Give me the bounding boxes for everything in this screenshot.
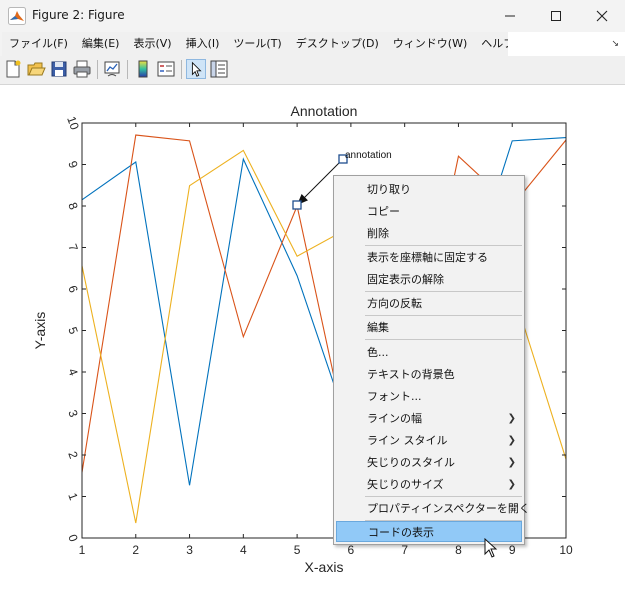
annotation-handle-end[interactable] xyxy=(292,200,302,210)
ctx-separator xyxy=(365,315,522,316)
save-icon[interactable] xyxy=(49,59,69,79)
link-plot-icon[interactable] xyxy=(102,59,122,79)
x-tick-label: 5 xyxy=(294,543,301,557)
submenu-arrow-icon: ❯ xyxy=(507,479,516,490)
menu-edit[interactable]: 編集(E) xyxy=(75,32,127,56)
print-icon[interactable] xyxy=(72,59,92,79)
context-menu: 切り取り コピー 削除 表示を座標軸に固定する 固定表示の解除 方向の反転 編集… xyxy=(333,175,530,545)
ctx-copy[interactable]: コピー xyxy=(336,201,522,222)
new-figure-icon[interactable] xyxy=(3,59,23,79)
menu-items: ファイル(F) 編集(E) 表示(V) 挿入(I) ツール(T) デスクトップ(… xyxy=(2,32,539,56)
x-tick-label: 7 xyxy=(401,543,408,557)
maximize-icon xyxy=(551,11,561,21)
ctx-text-background[interactable]: テキストの背景色 xyxy=(336,364,522,385)
ctx-font[interactable]: フォント... xyxy=(336,386,522,407)
menu-view[interactable]: 表示(V) xyxy=(126,32,178,56)
submenu-arrow-icon: ❯ xyxy=(507,457,516,468)
toolbar-separator xyxy=(97,60,98,79)
ctx-edit[interactable]: 編集 xyxy=(336,317,522,338)
ctx-delete[interactable]: 削除 xyxy=(336,223,522,244)
y-tick-label: 5 xyxy=(65,325,81,336)
menu-window[interactable]: ウィンドウ(W) xyxy=(386,32,474,56)
property-inspector-icon[interactable] xyxy=(209,59,229,79)
ctx-separator xyxy=(365,245,522,246)
y-tick-label: 8 xyxy=(65,200,81,211)
y-tick-label: 7 xyxy=(65,242,81,253)
y-axis-label: Y-axis xyxy=(32,312,48,350)
y-tick-label: 2 xyxy=(65,449,81,460)
maximize-button[interactable] xyxy=(533,0,579,32)
menu-bar: ファイル(F) 編集(E) 表示(V) 挿入(I) ツール(T) デスクトップ(… xyxy=(0,32,625,56)
ctx-arrowhead-style[interactable]: 矢じりのスタイル ❯ xyxy=(336,452,522,473)
edit-plot-icon[interactable] xyxy=(186,59,206,79)
submenu-arrow-icon: ❯ xyxy=(507,413,516,424)
y-tick-label: 3 xyxy=(65,408,81,419)
title-bar: Figure 2: Figure xyxy=(0,0,625,32)
open-file-icon[interactable] xyxy=(26,59,46,79)
ctx-line-style[interactable]: ライン スタイル ❯ xyxy=(336,430,522,451)
close-button[interactable] xyxy=(579,0,625,32)
ctx-separator xyxy=(365,291,522,292)
ctx-open-property-inspector[interactable]: プロパティインスペクターを開く xyxy=(336,498,530,519)
ctx-line-width[interactable]: ラインの幅 ❯ xyxy=(336,408,522,429)
colorbar-icon[interactable] xyxy=(133,59,153,79)
ctx-cut[interactable]: 切り取り xyxy=(336,179,522,200)
y-tick-label: 4 xyxy=(65,366,81,377)
x-tick-label: 6 xyxy=(348,543,355,557)
dock-arrow-icon[interactable]: ↘ xyxy=(611,39,619,49)
x-tick-label: 9 xyxy=(509,543,516,557)
menu-tools[interactable]: ツール(T) xyxy=(226,32,288,56)
x-tick-label: 4 xyxy=(240,543,247,557)
close-icon xyxy=(596,10,608,22)
toolbar-separator xyxy=(127,60,128,79)
ctx-pin-to-axes[interactable]: 表示を座標軸に固定する xyxy=(336,247,522,268)
x-tick-label: 3 xyxy=(186,543,193,557)
menu-desktop[interactable]: デスクトップ(D) xyxy=(289,32,386,56)
line-chart[interactable]: 1 2 3 4 5 6 7 8 9 10 012345678910 Annotation X-ax… xyxy=(0,85,625,591)
y-tick-label: 9 xyxy=(65,159,81,170)
figure-toolbar xyxy=(0,56,625,85)
ctx-arrowhead-size[interactable]: 矢じりのサイズ ❯ xyxy=(336,474,522,495)
menu-bar-spacer: ↘ xyxy=(508,32,625,56)
x-tick-label: 1 xyxy=(79,543,86,557)
y-tick-label: 1 xyxy=(65,491,81,502)
matlab-logo-icon xyxy=(8,7,26,25)
annotation-text[interactable]: annotation xyxy=(345,150,392,161)
x-tick-label: 8 xyxy=(455,543,462,557)
menu-file[interactable]: ファイル(F) xyxy=(2,32,75,56)
ctx-reverse-direction[interactable]: 方向の反転 xyxy=(336,293,522,314)
x-axis-label: X-axis xyxy=(305,559,344,575)
x-tick-label: 10 xyxy=(559,543,573,557)
toolbar-separator xyxy=(181,60,182,79)
y-tick-label: 6 xyxy=(65,283,81,294)
ctx-unpin[interactable]: 固定表示の解除 xyxy=(336,269,522,290)
y-tick-label: 10 xyxy=(64,114,82,132)
ctx-color[interactable]: 色... xyxy=(336,342,522,363)
ctx-separator xyxy=(365,496,522,497)
mouse-cursor-icon xyxy=(484,538,498,558)
x-tick-label: 2 xyxy=(132,543,139,557)
legend-icon[interactable] xyxy=(156,59,176,79)
minimize-button[interactable] xyxy=(487,0,533,32)
menu-insert[interactable]: 挿入(I) xyxy=(179,32,227,56)
window-title: Figure 2: Figure xyxy=(32,8,125,22)
chart-title: Annotation xyxy=(291,103,358,119)
ctx-separator xyxy=(365,339,522,340)
submenu-arrow-icon: ❯ xyxy=(507,435,516,446)
minimize-icon xyxy=(505,15,515,17)
